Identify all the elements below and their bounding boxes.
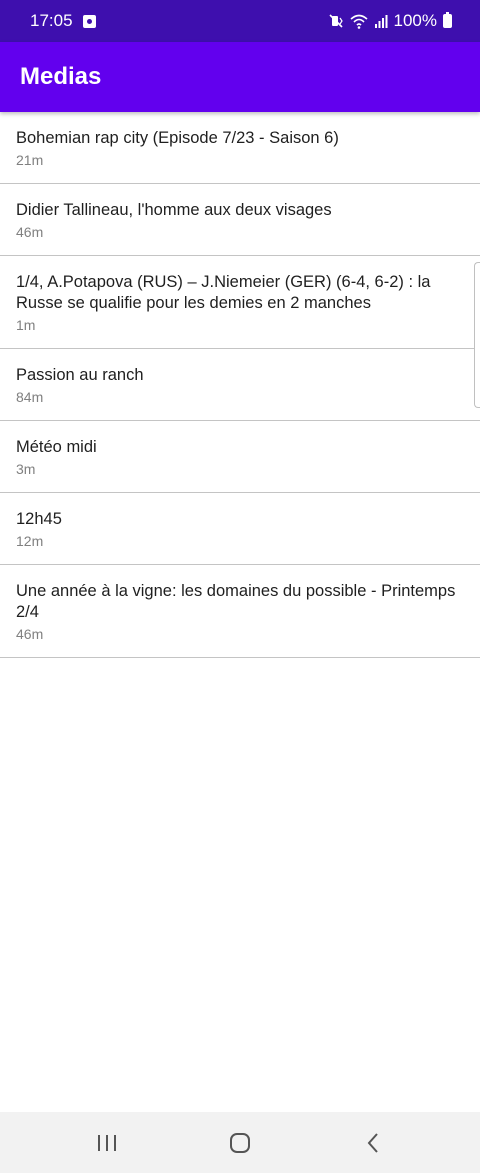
- recent-apps-icon: [97, 1134, 116, 1151]
- media-duration: 3m: [16, 461, 36, 477]
- list-item[interactable]: Bohemian rap city (Episode 7/23 - Saison…: [0, 112, 480, 184]
- edge-panel-handle[interactable]: [474, 262, 480, 408]
- media-duration: 46m: [16, 224, 44, 240]
- list-item[interactable]: Passion au ranch 84m: [0, 349, 480, 421]
- battery-icon: [443, 12, 452, 28]
- wifi-icon: [349, 14, 368, 29]
- back-icon: [367, 1132, 379, 1153]
- page-title: Medias: [20, 63, 102, 90]
- status-time: 17:05: [30, 11, 73, 30]
- media-duration: 1m: [16, 317, 36, 333]
- media-duration: 12m: [16, 533, 44, 549]
- media-duration: 46m: [16, 626, 44, 642]
- status-bar: 17:05 100%: [0, 0, 480, 42]
- media-list: Bohemian rap city (Episode 7/23 - Saison…: [0, 112, 480, 658]
- notification-app-icon: [82, 14, 96, 28]
- navigation-bar: [0, 1112, 480, 1173]
- media-title: 1/4, A.Potapova (RUS) – J.Niemeier (GER)…: [16, 273, 431, 312]
- media-title: Météo midi: [16, 438, 97, 456]
- media-duration: 84m: [16, 389, 44, 405]
- list-item[interactable]: Météo midi 3m: [0, 421, 480, 493]
- mute-vibrate-icon: [328, 13, 344, 29]
- list-item[interactable]: 12h45 12m: [0, 493, 480, 565]
- list-item[interactable]: 1/4, A.Potapova (RUS) – J.Niemeier (GER)…: [0, 256, 480, 349]
- signal-icon: [374, 14, 388, 28]
- battery-percent: 100%: [393, 11, 437, 30]
- home-button[interactable]: [215, 1123, 265, 1163]
- recent-apps-button[interactable]: [82, 1123, 132, 1163]
- media-title: Bohemian rap city (Episode 7/23 - Saison…: [16, 129, 339, 147]
- back-button[interactable]: [348, 1123, 398, 1163]
- list-item[interactable]: Une année à la vigne: les domaines du po…: [0, 565, 480, 658]
- media-title: Didier Tallineau, l'homme aux deux visag…: [16, 201, 332, 219]
- status-right: 100%: [328, 11, 452, 31]
- media-duration: 21m: [16, 152, 44, 168]
- app-bar: Medias: [0, 42, 480, 112]
- status-left: 17:05: [30, 11, 96, 31]
- media-title: Passion au ranch: [16, 366, 144, 384]
- home-icon: [229, 1132, 250, 1153]
- media-title: Une année à la vigne: les domaines du po…: [16, 582, 456, 621]
- screen: 17:05 100% Medias Bohemian rap city (Epi…: [0, 0, 480, 1173]
- media-title: 12h45: [16, 510, 62, 528]
- list-item[interactable]: Didier Tallineau, l'homme aux deux visag…: [0, 184, 480, 256]
